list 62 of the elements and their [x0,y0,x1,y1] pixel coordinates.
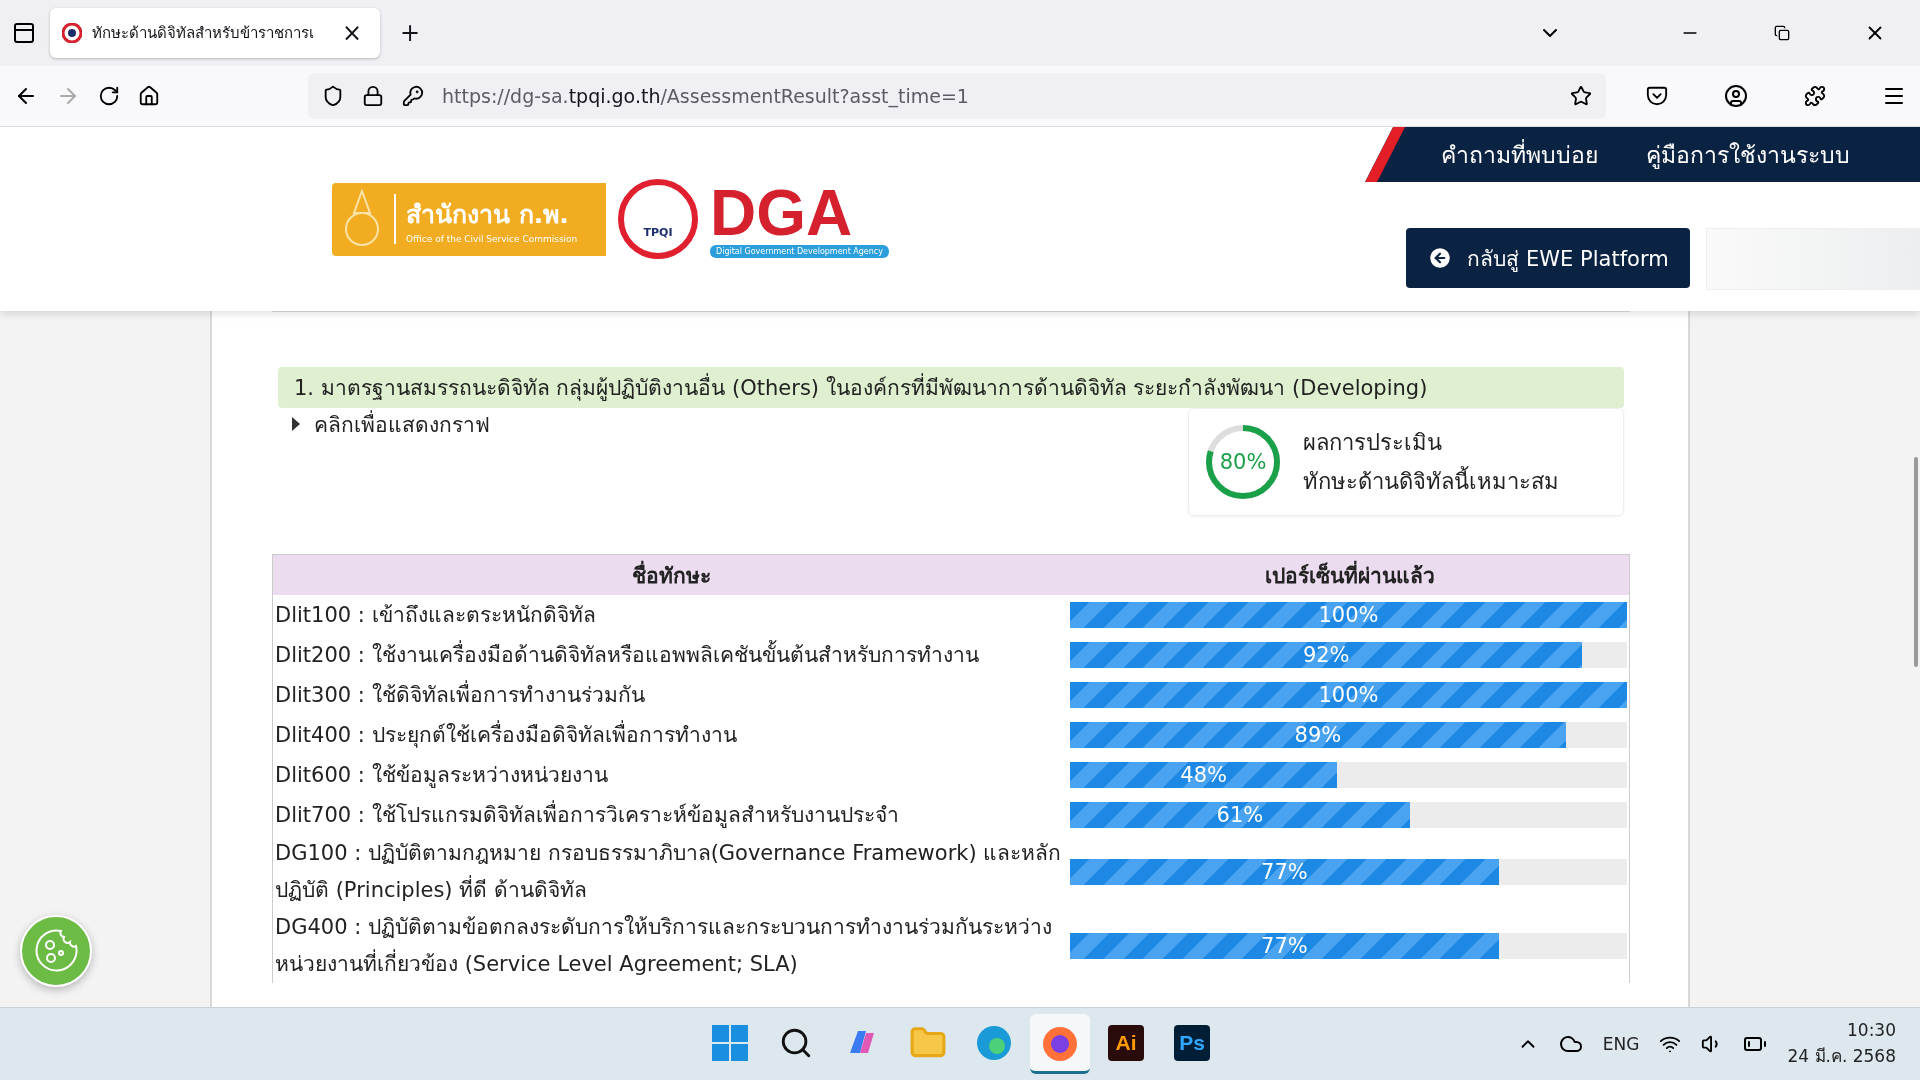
progress-fill: 100% [1070,602,1627,628]
scrollbar[interactable] [1914,457,1918,667]
progress-fill: 77% [1070,859,1499,885]
back-to-platform-button[interactable]: กลับสู่ EWE Platform [1406,228,1690,288]
tab-title: ทักษะด้านดิจิทัลสำหรับข้าราชการเ [92,23,315,44]
app-icon: Ps [1174,1024,1210,1061]
show-graph-toggle[interactable]: คลิกเพื่อแสดงกราฟ [278,408,504,440]
shield-icon [322,85,344,107]
progress-fill: 61% [1070,802,1410,828]
logo-english-text: Office of the Civil Service Commission [406,234,578,244]
nav-link[interactable]: คู่มือการใช้งานระบบ [1646,136,1850,173]
reload-icon[interactable] [98,85,120,107]
seal-icon [62,23,82,43]
language-indicator[interactable]: ENG [1602,1034,1640,1054]
taskbar-app[interactable]: Ai [1096,1014,1156,1074]
result-text: ทักษะด้านดิจิทัลนี้เหมาะสม [1303,464,1559,499]
column-header: เปอร์เซ็นที่ผ่านแล้ว [1070,558,1629,592]
logo-thai-text: สำนักงาน ก.พ. [406,199,570,231]
clock-date[interactable]: 24 มี.ค. 2568 [1787,1041,1896,1069]
app-icon: Ai [1108,1024,1144,1061]
taskbar-app[interactable]: Ps [1162,1014,1222,1074]
clock-time[interactable]: 10:30 [1847,1019,1896,1040]
windows-logo-icon [712,1024,748,1061]
progress-fill: 48% [1070,762,1338,788]
cookie-icon [33,928,79,974]
puzzle-icon[interactable] [1804,85,1826,107]
skill-name: DG400 : ปฏิบัติตามข้อตกลงระดับการให้บริการและกระบวนการทำงานร่วมกันระหว่างหน่วยงานที่เกี่ยวข้อง (Service Level Agreement; SLA) [274,914,1053,978]
skill-name: DG100 : ปฏิบัติตามกฎหมาย กรอบธรรมาภิบาล(Governance Framework) และหลักปฏิบัติ (Principles) ที่ดี ด้านดิจิทัล [274,840,1063,904]
url-text: https://dg-sa.tpqi.go.th/AssessmentResult?asst_time=1 [442,85,970,107]
dga-logo-text: DGA [710,180,853,245]
pocket-icon[interactable] [1646,85,1668,107]
caret-icon [292,417,300,431]
progress-fill: 100% [1070,682,1627,708]
skill-name: Dlit600 : ใช้ข้อมูลระหว่างหน่วยงาน [274,761,609,790]
emblem-icon [342,189,382,249]
new-tab-button[interactable]: + [394,15,427,51]
skill-name: Dlit400 : ประยุกต์ใช้เครื่องมือดิจิทัลเพื่อการทำงาน [274,719,738,750]
column-header: ชื่อทักษะ [273,558,1070,592]
nav-link[interactable]: คำถามที่พบบ่อย [1441,136,1598,173]
lock-icon [362,85,384,107]
tpqi-seal: TPQI [618,179,698,259]
address-bar[interactable]: https://dg-sa.tpqi.go.th/AssessmentResult?asst_time=1 [308,73,1606,119]
browser-tab[interactable]: ทักษะด้านดิจิทัลสำหรับข้าราชการเ × [50,8,380,58]
restore-icon[interactable] [1774,25,1790,41]
result-label: ผลการประเมิน [1303,429,1443,457]
dga-subtitle: Digital Government Development Agency [710,244,889,258]
key-icon [402,85,424,107]
skill-name: Dlit300 : ใช้ดิจิทัลเพื่อการทำงานร่วมกัน [274,679,646,709]
progress-fill: 89% [1070,722,1566,748]
skill-name: Dlit700 : ใช้โปรแกรมดิจิทัลเพื่อการวิเคราะห์ข้อมูลสำหรับงานประจำ [274,799,900,830]
star-icon[interactable] [1570,85,1592,107]
account-icon[interactable] [1724,84,1748,108]
tab-list-icon[interactable] [12,21,36,45]
wave-circle-icon [975,1023,1013,1062]
home-icon[interactable] [138,85,160,107]
close-tab-button[interactable]: × [335,15,368,51]
progress-fill: 77% [1070,933,1499,959]
standard-title: 1. มาตรฐานสมรรถนะดิจิทัล กลุ่มผู้ปฏิบัติงานอื่น (Others) ในองค์กรที่มีพัฒนาการด้านดิจิทัล ระยะกำลังพัฒนา (Developing) [278,367,1624,408]
percent-text: 80% [1218,449,1268,476]
skill-name: Dlit200 : ใช้งานเครื่องมือด้านดิจิทัลหรือแอพพลิเคชันขั้นต้นสำหรับการทำงาน [274,639,980,669]
progress-fill: 92% [1070,642,1583,668]
skill-name: Dlit100 : เข้าถึงและตระหนักดิจิทัล [274,601,597,629]
